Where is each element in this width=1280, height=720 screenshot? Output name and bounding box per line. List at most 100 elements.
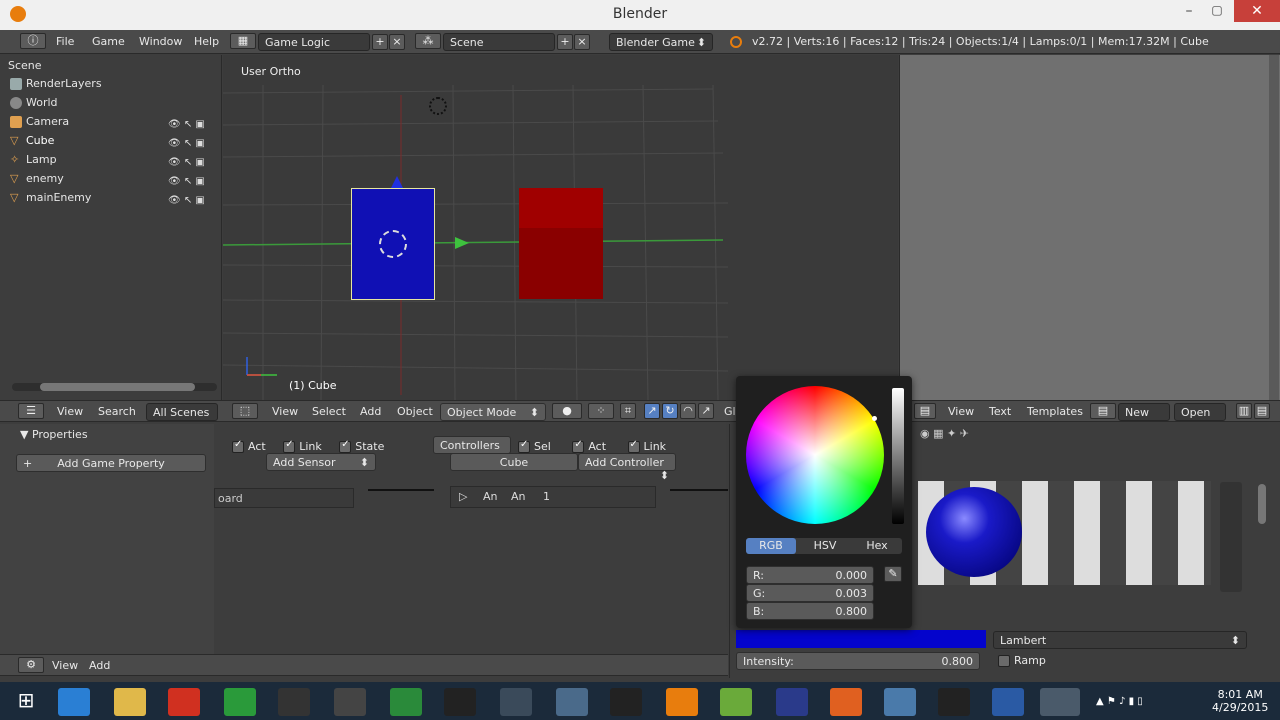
green-field[interactable]: G: 0.003 <box>746 584 874 602</box>
power-app-icon[interactable] <box>168 688 200 716</box>
system-tray-icons[interactable]: ▲ ⚑ ♪ ▮ ▯ <box>1096 696 1143 707</box>
text-text-menu[interactable]: Text <box>989 405 1011 418</box>
logic-add-menu[interactable]: Add <box>89 659 110 672</box>
viewport-object-menu[interactable]: Object <box>397 405 433 418</box>
render-engine-select[interactable]: Blender Game ⬍ <box>609 33 713 51</box>
logic-view-menu[interactable]: View <box>52 659 78 672</box>
outliner-item-renderlayers[interactable]: RenderLayers <box>10 77 102 95</box>
logic-editor-icon[interactable]: ⚙ <box>18 657 44 673</box>
diffuse-color-swatch[interactable] <box>736 630 986 648</box>
maximize-icon[interactable]: ▢ <box>1202 3 1232 23</box>
download-app-icon[interactable] <box>390 688 422 716</box>
firefox-icon[interactable] <box>830 688 862 716</box>
controller-act-checkbox[interactable] <box>572 439 585 453</box>
viewport-editor-icon[interactable]: ⬚ <box>232 403 258 419</box>
outliner-editor-icon[interactable]: ☰ <box>18 403 44 419</box>
editor-type-icon[interactable]: ⓘ <box>20 33 46 49</box>
menu-file[interactable]: File <box>56 35 74 48</box>
word-wrap-icon[interactable]: ▤ <box>1254 403 1270 419</box>
preview-shape-buttons[interactable] <box>1220 482 1242 592</box>
menu-window[interactable]: Window <box>139 35 182 48</box>
text-scrollbar[interactable] <box>1269 55 1279 400</box>
text-editor-area[interactable] <box>899 55 1280 400</box>
outliner-item-cube[interactable]: ▽ Cube <box>10 134 54 152</box>
screen-layout-icon[interactable]: ▦ <box>230 33 256 49</box>
rotate-icon[interactable]: ↻ <box>662 403 678 419</box>
controller-object-field[interactable]: Cube <box>450 453 578 471</box>
controller-link-checkbox[interactable] <box>627 439 640 453</box>
eclipse-icon[interactable] <box>776 688 808 716</box>
paint-app-icon[interactable] <box>720 688 752 716</box>
text-browse-icon[interactable]: ▤ <box>1090 403 1116 419</box>
color-wheel-cursor[interactable] <box>872 416 877 421</box>
lamp-object-icon[interactable] <box>429 97 447 115</box>
outliner-item-enemy[interactable]: ▽ enemy <box>10 172 64 190</box>
sensor-state-checkbox[interactable] <box>339 439 352 453</box>
properties-scrollbar[interactable] <box>1258 484 1266 524</box>
screen-layout-field[interactable]: Game Logic <box>258 33 370 51</box>
obs-icon[interactable] <box>610 688 642 716</box>
outliner-item-world[interactable]: World <box>10 96 58 114</box>
expand-icon[interactable]: ▷ <box>459 490 467 503</box>
viewport-add-menu[interactable]: Add <box>360 405 381 418</box>
shader-select[interactable]: Lambert ⬍ <box>993 631 1247 649</box>
close-icon[interactable]: ✕ <box>1234 0 1280 22</box>
color-picker-popup[interactable]: RGB HSV Hex R: 0.000 G: 0.003 B: 0.800 ✎ <box>736 376 912 628</box>
control-panel-icon[interactable] <box>884 688 916 716</box>
color-wheel[interactable] <box>746 386 884 524</box>
red-field[interactable]: R: 0.000 <box>746 566 874 584</box>
tab-hex[interactable]: Hex <box>852 538 902 554</box>
value-slider[interactable] <box>892 388 904 524</box>
controllers-select[interactable]: Controllers⬍ <box>433 436 511 465</box>
line-numbers-icon[interactable]: ▥ <box>1236 403 1252 419</box>
shading-icon[interactable]: ● <box>552 403 582 419</box>
add-sensor-select[interactable]: Add Sensor ⬍ <box>266 453 376 471</box>
object-mode-select[interactable]: Object Mode ⬍ <box>440 403 546 421</box>
outliner-item-lamp[interactable]: ✧ Lamp <box>10 153 57 171</box>
tab-rgb[interactable]: RGB <box>746 538 796 554</box>
scrollbar-thumb[interactable] <box>40 383 195 391</box>
text-view-menu[interactable]: View <box>948 405 974 418</box>
3d-viewport[interactable]: User Ortho (1) Cube <box>223 55 898 400</box>
text-templates-menu[interactable]: Templates <box>1027 405 1083 418</box>
remove-layout-icon[interactable]: × <box>389 34 405 50</box>
tab-hsv[interactable]: HSV <box>800 538 850 554</box>
text-open-button[interactable]: Open <box>1174 403 1226 421</box>
manipulator-icon[interactable]: ⌗ <box>620 403 636 419</box>
unity-icon[interactable] <box>334 688 366 716</box>
minimize-icon[interactable]: – <box>1174 3 1204 23</box>
chrome-icon[interactable] <box>224 688 256 716</box>
blender-active-taskbar-icon[interactable] <box>1040 688 1080 716</box>
file-explorer-icon[interactable] <box>114 688 146 716</box>
outliner-search-menu[interactable]: Search <box>98 405 136 418</box>
properties-title[interactable]: ▼ Properties <box>20 428 88 441</box>
viewport-select-menu[interactable]: Select <box>312 405 346 418</box>
intensity-slider[interactable]: Intensity: 0.800 <box>736 652 980 670</box>
transform-orientation-icon[interactable]: ↗ <box>698 403 714 419</box>
epic-games-icon[interactable] <box>938 688 970 716</box>
scene-icon[interactable]: ⁂ <box>415 33 441 49</box>
controller-block[interactable]: ▷ An An 1 <box>450 486 656 508</box>
record-app-icon[interactable] <box>444 688 476 716</box>
taskbar-clock[interactable]: 8:01 AM 4/29/2015 <box>1212 688 1268 714</box>
viewport-view-menu[interactable]: View <box>272 405 298 418</box>
outliner-item-mainenemy[interactable]: ▽ mainEnemy <box>10 191 91 209</box>
outliner-view-menu[interactable]: View <box>57 405 83 418</box>
internet-explorer-icon[interactable] <box>58 688 90 716</box>
remove-scene-icon[interactable]: × <box>574 34 590 50</box>
controller-sel-checkbox[interactable] <box>518 439 530 453</box>
blender-taskbar-icon[interactable] <box>666 688 698 716</box>
pivot-icon[interactable]: ⁘ <box>588 403 614 419</box>
red-cube[interactable] <box>519 188 603 299</box>
add-scene-icon[interactable]: + <box>557 34 573 50</box>
sensor-block[interactable]: oard <box>214 488 354 508</box>
blue-field[interactable]: B: 0.800 <box>746 602 874 620</box>
menu-game[interactable]: Game <box>92 35 125 48</box>
ramp-checkbox[interactable] <box>998 655 1010 667</box>
outliner-filter-select[interactable]: All Scenes <box>146 403 218 421</box>
add-controller-select[interactable]: Add Controller ⬍ <box>578 453 676 482</box>
word-icon[interactable] <box>992 688 1024 716</box>
outliner-item-camera[interactable]: Camera <box>10 115 69 133</box>
scale-icon[interactable]: ◠ <box>680 403 696 419</box>
3d-cursor[interactable] <box>379 230 407 258</box>
